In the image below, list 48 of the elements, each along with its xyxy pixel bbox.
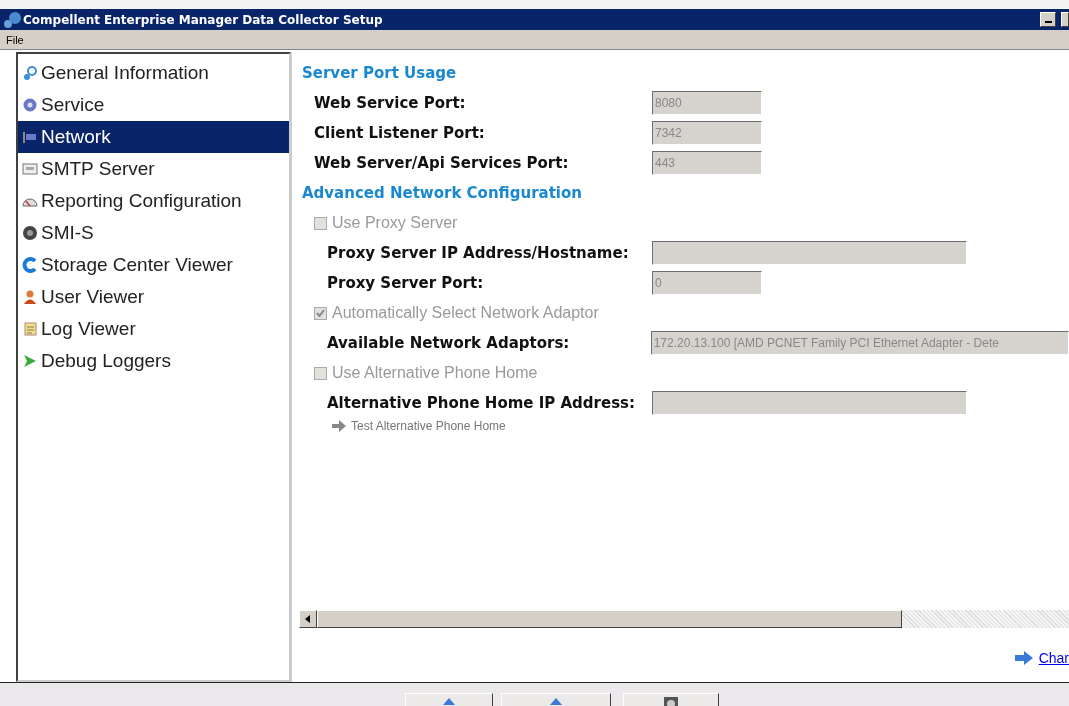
menu-item[interactable]: File (6, 33, 24, 46)
sidebar-item[interactable]: Reporting Configuration (18, 185, 289, 217)
log-icon (22, 321, 38, 337)
window-title: Compellent Enterprise Manager Data Collector Setup (23, 12, 384, 27)
sidebar-item[interactable]: Network (18, 121, 289, 153)
user-icon (22, 289, 38, 305)
service-icon (22, 97, 38, 113)
horizontal-scrollbar[interactable] (299, 610, 1069, 630)
sidebar-item[interactable]: Debug Loggers (18, 345, 289, 377)
left-arrow-icon[interactable] (305, 615, 311, 623)
app-icon (3, 10, 23, 29)
info-icon (22, 65, 38, 81)
checkbox[interactable] (314, 216, 327, 230)
input-field[interactable] (652, 241, 967, 265)
sidebar-item[interactable]: SMI-S (18, 217, 289, 249)
maximize-button[interactable] (1061, 12, 1069, 27)
sidebar-item[interactable]: Storage Center Viewer (18, 249, 289, 281)
section-heading: Server Port Usage (302, 63, 458, 84)
debug-icon (22, 353, 38, 369)
checkbox-label: Use Proxy Server (332, 214, 458, 232)
field-label: Proxy Server IP Address/Hostname: (326, 244, 630, 262)
section-heading: Advanced Network Configuration (302, 183, 583, 204)
arrow-icon (1014, 651, 1033, 665)
scroll-thumb[interactable] (317, 610, 902, 628)
sidebar-item[interactable]: Service (18, 89, 289, 121)
sidebar-item[interactable]: User Viewer (18, 281, 289, 313)
field-label: Web Service Port: (313, 94, 467, 112)
sidebar-item[interactable]: Log Viewer (18, 313, 289, 345)
checkbox[interactable] (314, 366, 327, 380)
smtp-icon (22, 161, 38, 177)
link[interactable]: Char (1038, 650, 1069, 666)
network-icon (22, 129, 38, 145)
checkbox[interactable] (314, 306, 327, 320)
storage-icon (22, 257, 38, 273)
field-label: Proxy Server Port: (326, 274, 485, 292)
field-label: Client Listener Port: (313, 124, 486, 142)
input-field[interactable] (652, 391, 967, 415)
checkbox-label: Automatically Select Network Adaptor (332, 304, 599, 322)
field-label: Web Server/Api Services Port: (313, 154, 570, 172)
test-link[interactable]: Test Alternative Phone Home (302, 418, 1069, 434)
sidebar-item[interactable]: SMTP Server (18, 153, 289, 185)
field-label: Available Network Adaptors: (326, 334, 571, 352)
arrow-icon (332, 420, 346, 432)
minimize-button[interactable] (1040, 12, 1056, 27)
smis-icon (22, 225, 38, 241)
sidebar-item[interactable]: General Information (18, 57, 289, 89)
field-label: Alternative Phone Home IP Address: (326, 394, 637, 412)
checkbox-label: Use Alternative Phone Home (332, 364, 538, 382)
